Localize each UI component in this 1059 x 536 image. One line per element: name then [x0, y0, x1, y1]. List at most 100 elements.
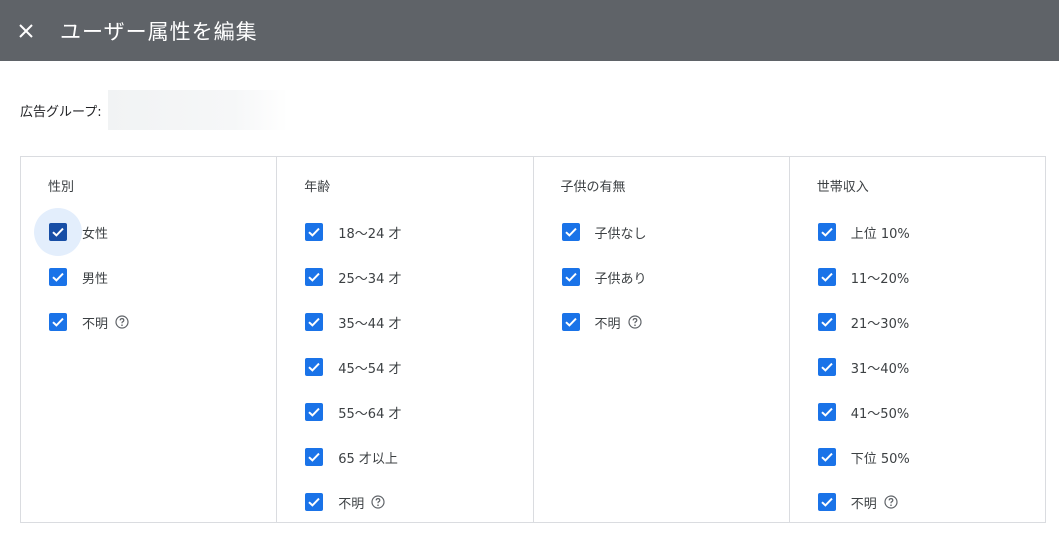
dialog-header: ユーザー属性を編集 [0, 0, 1059, 61]
checkbox-checked-icon [561, 313, 580, 331]
demographics-panel: 性別 女性 男性 不明 年齢 18～24 才 25～34 才 35～44 才 4… [20, 156, 1046, 523]
checkbox[interactable] [817, 447, 837, 467]
checkbox[interactable] [304, 222, 324, 242]
help-icon[interactable] [884, 495, 898, 509]
ad-group-value [107, 90, 288, 130]
checkbox[interactable] [561, 312, 581, 332]
option-label: 25～34 才 [338, 271, 402, 287]
checkbox[interactable] [817, 312, 837, 332]
option-label: 不明 [82, 316, 109, 332]
age-option-35-44[interactable]: 35～44 才 [304, 310, 401, 334]
age-option-45-54[interactable]: 45～54 才 [304, 355, 401, 379]
column-title-household-income: 世帯収入 [816, 180, 869, 195]
checkbox[interactable] [304, 357, 324, 377]
option-label: 男性 [82, 271, 109, 287]
checkbox[interactable] [817, 222, 837, 242]
checkbox[interactable] [304, 492, 324, 512]
option-label: 21～30% [850, 316, 910, 332]
parental-option-unknown[interactable]: 不明 [561, 310, 642, 334]
gender-column: 性別 女性 男性 不明 [21, 157, 278, 522]
age-option-65-plus[interactable]: 65 才以上 [304, 445, 398, 469]
option-label: 41～50% [850, 406, 910, 422]
option-label: 11～20% [850, 271, 910, 287]
checkbox[interactable] [817, 492, 837, 512]
help-icon[interactable] [371, 495, 385, 509]
option-label: 35～44 才 [338, 316, 402, 332]
checkbox-checked-icon [305, 403, 324, 421]
checkbox-checked-icon [817, 223, 836, 241]
option-label: 55～64 才 [338, 406, 402, 422]
income-option-41-50[interactable]: 41～50% [817, 400, 909, 424]
checkbox[interactable] [817, 402, 837, 422]
dialog-title: ユーザー属性を編集 [60, 19, 258, 44]
checkbox-checked-icon [305, 448, 324, 466]
checkbox-checked-icon [305, 493, 324, 511]
checkbox[interactable] [48, 267, 68, 287]
income-option-lower-50[interactable]: 下位 50% [817, 445, 910, 469]
ad-group-row: 広告グループ: [20, 90, 288, 130]
checkbox[interactable] [817, 267, 837, 287]
income-option-31-40[interactable]: 31～40% [817, 355, 909, 379]
option-label: 18～24 才 [338, 226, 402, 242]
close-button[interactable] [6, 11, 46, 51]
checkbox[interactable] [304, 447, 324, 467]
checkbox-checked-icon [49, 313, 67, 331]
checkbox-checked-icon [817, 268, 836, 286]
checkbox[interactable] [561, 222, 581, 242]
column-title-parental-status: 子供の有無 [560, 180, 626, 195]
checkbox[interactable] [561, 267, 581, 287]
option-label: 上位 10% [850, 226, 910, 242]
checkbox-checked-icon [817, 493, 836, 511]
column-title-age: 年齢 [304, 180, 331, 195]
help-icon[interactable] [115, 315, 129, 329]
income-option-21-30[interactable]: 21～30% [817, 310, 909, 334]
age-option-unknown[interactable]: 不明 [304, 490, 385, 514]
option-label: 不明 [594, 316, 621, 332]
age-option-18-24[interactable]: 18～24 才 [304, 220, 401, 244]
checkbox-checked-icon [817, 403, 836, 421]
option-label: 65 才以上 [338, 451, 398, 467]
parental-status-column: 子供の有無 子供なし 子供あり 不明 [534, 157, 790, 522]
checkbox-checked-icon [817, 313, 836, 331]
checkbox[interactable] [304, 402, 324, 422]
checkbox[interactable] [304, 312, 324, 332]
checkbox[interactable] [34, 208, 82, 256]
income-option-top-10[interactable]: 上位 10% [817, 220, 910, 244]
ad-group-label: 広告グループ: [20, 104, 102, 120]
checkbox[interactable] [817, 357, 837, 377]
age-option-25-34[interactable]: 25～34 才 [304, 265, 401, 289]
age-column: 年齢 18～24 才 25～34 才 35～44 才 45～54 才 55～64… [277, 157, 534, 522]
gender-option-female[interactable]: 女性 [34, 208, 109, 256]
column-title-gender: 性別 [48, 180, 75, 195]
parental-option-no-children[interactable]: 子供なし [561, 220, 647, 244]
checkbox-checked-icon [305, 313, 324, 331]
income-option-unknown[interactable]: 不明 [817, 490, 898, 514]
household-income-column: 世帯収入 上位 10% 11～20% 21～30% 31～40% 41～50% … [790, 157, 1045, 522]
checkbox-checked-icon [305, 268, 324, 286]
checkbox-checked-icon [305, 358, 324, 376]
checkbox-checked-icon [561, 223, 580, 241]
option-label: 45～54 才 [338, 361, 402, 377]
help-icon[interactable] [627, 315, 642, 329]
option-label: 不明 [850, 496, 877, 512]
option-label: 下位 50% [850, 451, 910, 467]
option-label: 子供あり [594, 271, 647, 287]
close-icon [19, 23, 33, 38]
checkbox-checked-icon [817, 358, 836, 376]
checkbox[interactable] [48, 312, 68, 332]
gender-option-male[interactable]: 男性 [48, 265, 108, 289]
checkbox-checked-icon [49, 223, 67, 241]
checkbox-checked-icon [305, 223, 324, 241]
option-label: 31～40% [850, 361, 910, 377]
income-option-11-20[interactable]: 11～20% [817, 265, 909, 289]
age-option-55-64[interactable]: 55～64 才 [304, 400, 401, 424]
checkbox[interactable] [304, 267, 324, 287]
option-label: 女性 [82, 226, 109, 242]
checkbox-checked-icon [561, 268, 580, 286]
gender-option-unknown[interactable]: 不明 [48, 310, 129, 334]
parental-option-has-children[interactable]: 子供あり [561, 265, 647, 289]
option-label: 不明 [338, 496, 365, 512]
checkbox-checked-icon [817, 448, 836, 466]
checkbox-checked-icon [49, 268, 67, 286]
option-label: 子供なし [594, 226, 647, 242]
